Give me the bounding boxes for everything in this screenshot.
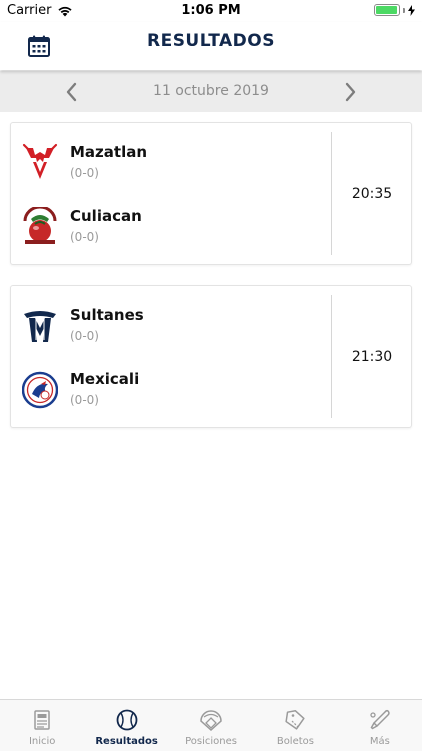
sultanes-logo	[24, 311, 56, 342]
battery-icon	[374, 4, 400, 16]
date-selector: 11 octubre 2019	[0, 71, 422, 112]
aguilas-logo	[22, 371, 58, 409]
tab-label: Inicio	[28, 736, 56, 747]
team-record: (0-0)	[70, 329, 99, 343]
game-time: 20:35	[351, 186, 393, 202]
bat-icon	[370, 709, 390, 730]
game-card[interactable]: Sultanes (0-0) Mexicali (0-0) 21:30	[10, 285, 412, 428]
away-team: Mexicali (0-0)	[11, 365, 331, 415]
team-record: (0-0)	[70, 393, 99, 407]
nav-bar: RESULTADOS	[0, 22, 422, 70]
card-divider	[331, 295, 332, 418]
game-time: 21:30	[351, 349, 393, 365]
team-name: Sultanes	[70, 306, 144, 324]
game-card[interactable]: Mazatlan (0-0) Culiacan (0-0) 20:35	[10, 122, 412, 265]
venados-logo	[22, 143, 58, 179]
status-time: 1:06 PM	[181, 3, 241, 18]
tab-mas[interactable]: Más	[338, 700, 422, 751]
status-bar: Carrier 1:06 PM	[0, 0, 422, 22]
tab-bar: Inicio Resultados Posiciones Boletos Más	[0, 699, 422, 751]
tab-posiciones[interactable]: Posiciones	[169, 700, 253, 751]
team-name: Mazatlan	[70, 143, 148, 161]
card-divider	[331, 132, 332, 255]
tab-label: Más	[369, 736, 390, 747]
games-list: Mazatlan (0-0) Culiacan (0-0) 20:35 Sult…	[10, 122, 412, 448]
field-icon	[200, 710, 222, 732]
home-team: Mazatlan (0-0)	[11, 138, 331, 188]
tab-resultados[interactable]: Resultados	[84, 700, 168, 751]
chevron-right-icon[interactable]	[340, 81, 360, 103]
page-title: RESULTADOS	[146, 31, 275, 51]
tomateros-logo	[23, 207, 57, 244]
tab-boletos[interactable]: Boletos	[253, 700, 337, 751]
ticket-icon	[285, 710, 306, 730]
team-record: (0-0)	[70, 230, 99, 244]
base-icon	[34, 710, 50, 730]
away-team: Culiacan (0-0)	[11, 202, 331, 252]
baseball-icon	[116, 709, 138, 731]
tab-label: Boletos	[276, 736, 314, 747]
team-name: Mexicali	[70, 370, 140, 388]
home-team: Sultanes (0-0)	[11, 301, 331, 351]
tab-label: Posiciones	[185, 736, 237, 747]
charging-icon	[408, 4, 415, 16]
team-name: Culiacan	[70, 207, 142, 225]
tab-inicio[interactable]: Inicio	[0, 700, 84, 751]
team-record: (0-0)	[70, 166, 99, 180]
tab-label: Resultados	[95, 736, 158, 747]
